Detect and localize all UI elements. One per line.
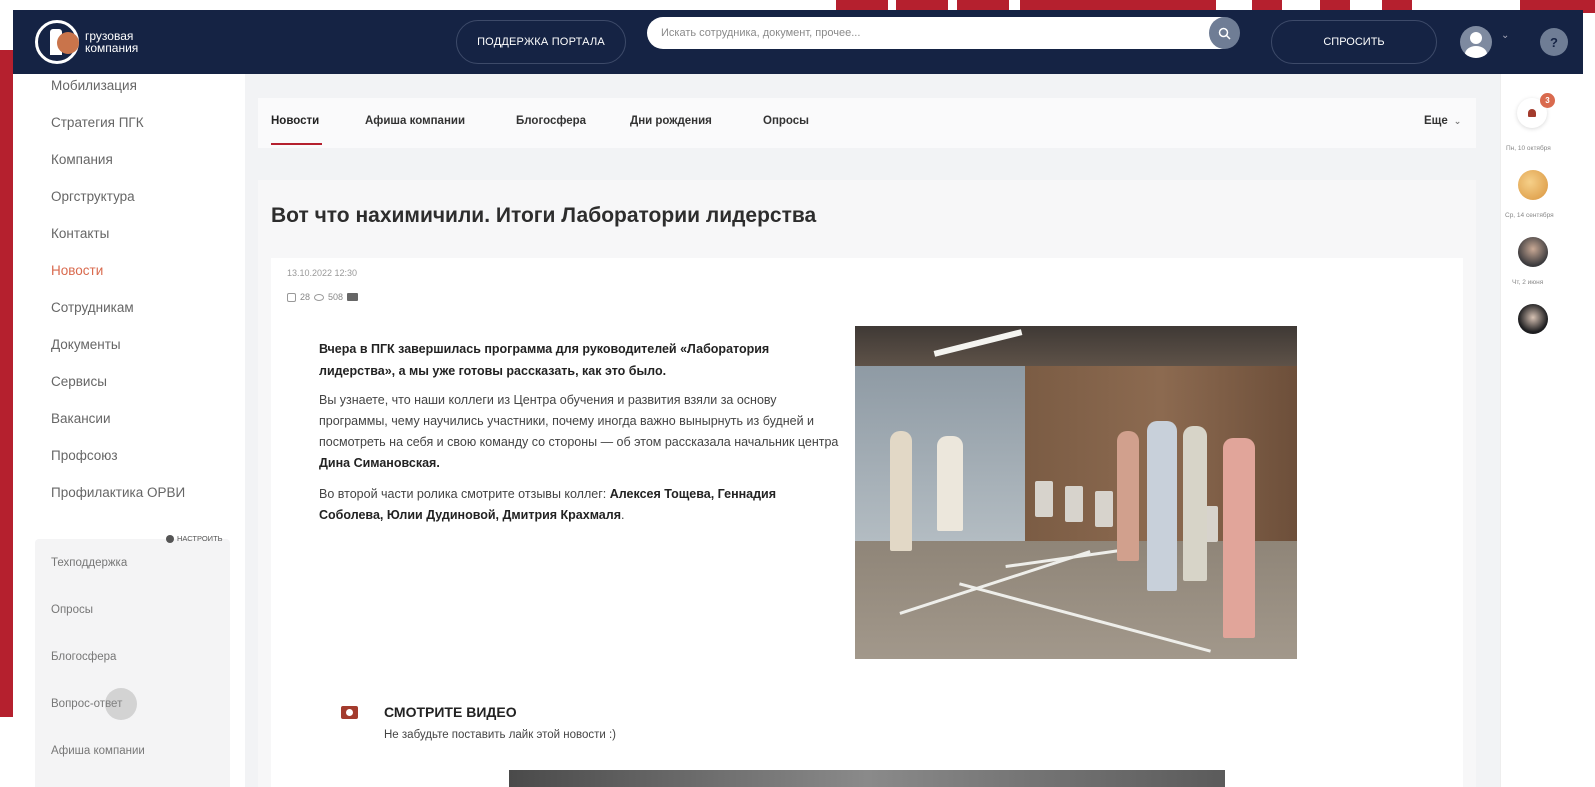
photo-person <box>937 436 963 531</box>
left-sidebar: Мобилизация Стратегия ПГК Компания Оргст… <box>13 74 245 787</box>
camera-icon <box>341 706 358 719</box>
decorative-red-stripe <box>0 50 13 717</box>
quick-link-polls[interactable]: Опросы <box>51 604 145 651</box>
photo-person <box>1223 438 1255 638</box>
paragraph-bold-name: Дина Симановская. <box>319 456 440 470</box>
logo-text: грузовая компания <box>85 29 139 55</box>
like-icon[interactable] <box>287 292 296 302</box>
sidebar-item-strategy[interactable]: Стратегия ПГК <box>51 115 185 152</box>
video-subtitle: Не забудьте поставить лайк этой новости … <box>384 729 616 741</box>
article-stats: 28 508 <box>287 292 359 302</box>
help-icon[interactable]: ? <box>1540 28 1568 56</box>
search-input[interactable] <box>661 17 1191 49</box>
chevron-down-icon: ⌄ <box>1453 116 1462 126</box>
sidebar-item-mobilization[interactable]: Мобилизация <box>51 78 185 115</box>
sidebar-item-company[interactable]: Компания <box>51 152 185 189</box>
sidebar-item-news[interactable]: Новости <box>51 263 185 300</box>
active-tab-indicator <box>271 143 322 145</box>
user-avatar[interactable] <box>1460 26 1492 58</box>
photo-person <box>1147 421 1177 591</box>
rail-date: Пн, 10 октября <box>1506 145 1551 152</box>
sidebar-item-flu-prevention[interactable]: Профилактика ОРВИ <box>51 485 185 522</box>
portal-support-button[interactable]: ПОДДЕРЖКА ПОРТАЛА <box>456 20 626 64</box>
article-date: 13.10.2022 12:30 <box>287 268 358 278</box>
photo-person <box>1117 431 1139 561</box>
rail-avatar[interactable] <box>1518 170 1548 200</box>
video-title: СМОТРИТЕ ВИДЕО <box>384 704 517 720</box>
tab-birthdays[interactable]: Дни рождения <box>630 115 712 127</box>
bell-icon <box>1528 109 1536 117</box>
gear-icon <box>166 534 174 543</box>
article-card: 13.10.2022 12:30 28 508 Вчера в ПГК заве… <box>271 258 1463 787</box>
rail-date: Ср, 14 сентября <box>1505 212 1554 219</box>
sidebar-item-orgstructure[interactable]: Оргструктура <box>51 189 185 226</box>
sidebar-item-union[interactable]: Профсоюз <box>51 448 185 485</box>
quick-link-tech-support[interactable]: Техподдержка <box>51 557 145 604</box>
photo-person <box>1183 426 1207 581</box>
view-count: 508 <box>328 292 344 302</box>
chevron-down-icon[interactable]: ⌄ <box>1501 30 1509 41</box>
sidebar-item-employees[interactable]: Сотрудникам <box>51 300 185 337</box>
sidebar-item-services[interactable]: Сервисы <box>51 374 185 411</box>
rail-date: Чт, 2 июня <box>1512 279 1544 286</box>
tab-company-events[interactable]: Афиша компании <box>365 115 465 127</box>
notification-badge: 3 <box>1540 93 1555 108</box>
paragraph-text: Вы узнаете, что наши коллеги из Центра о… <box>319 393 839 449</box>
more-tabs-dropdown[interactable]: Еще ⌄ <box>1424 115 1461 127</box>
rail-avatar[interactable] <box>1518 304 1548 334</box>
paragraph-end: . <box>620 508 625 522</box>
photo-ceiling <box>855 326 1297 366</box>
company-logo[interactable]: грузовая компания <box>35 18 195 66</box>
tab-polls[interactable]: Опросы <box>763 115 809 127</box>
photo-chair <box>1095 491 1113 527</box>
more-label: Еще <box>1424 115 1448 127</box>
ask-button[interactable]: СПРОСИТЬ <box>1271 20 1437 64</box>
news-article: Вот что нахимичили. Итоги Лаборатории ли… <box>258 180 1476 787</box>
sidebar-item-contacts[interactable]: Контакты <box>51 226 185 263</box>
video-player-preview[interactable] <box>509 770 1225 787</box>
sidebar-menu: Мобилизация Стратегия ПГК Компания Оргст… <box>51 78 185 522</box>
configure-button[interactable]: НАСТРОИТЬ <box>166 534 223 543</box>
quick-link-company-events[interactable]: Афиша компании <box>51 745 145 787</box>
logo-mascot-icon <box>57 32 79 54</box>
global-search <box>647 17 1237 49</box>
eye-icon <box>314 293 325 301</box>
tab-blogosphere[interactable]: Блогосфера <box>516 115 586 127</box>
quick-links-panel: Техподдержка Опросы Блогосфера Вопрос-от… <box>35 539 230 787</box>
tab-news[interactable]: Новости <box>271 115 319 127</box>
photo-person <box>890 431 912 551</box>
rail-avatar[interactable] <box>1518 237 1548 267</box>
mail-icon[interactable] <box>347 293 359 301</box>
quick-links: Техподдержка Опросы Блогосфера Вопрос-от… <box>51 557 145 787</box>
sidebar-item-documents[interactable]: Документы <box>51 337 185 374</box>
configure-label: НАСТРОИТЬ <box>177 534 223 543</box>
article-paragraph: Вы узнаете, что наши коллеги из Центра о… <box>319 390 839 474</box>
search-icon <box>1218 27 1231 40</box>
article-photo[interactable] <box>855 326 1297 659</box>
article-paragraph: Во второй части ролика смотрите отзывы к… <box>319 484 839 526</box>
sidebar-item-vacancies[interactable]: Вакансии <box>51 411 185 448</box>
paragraph-text: Во второй части ролика смотрите отзывы к… <box>319 487 607 501</box>
mouse-cursor-highlight <box>105 688 137 720</box>
news-tabs: Новости Афиша компании Блогосфера Дни ро… <box>258 98 1476 148</box>
photo-chair <box>1035 481 1053 517</box>
article-title: Вот что нахимичили. Итоги Лаборатории ли… <box>271 204 817 227</box>
search-button[interactable] <box>1209 17 1240 49</box>
photo-chair <box>1065 486 1083 522</box>
article-lead: Вчера в ПГК завершилась программа для ру… <box>319 342 770 378</box>
like-count: 28 <box>300 292 311 302</box>
